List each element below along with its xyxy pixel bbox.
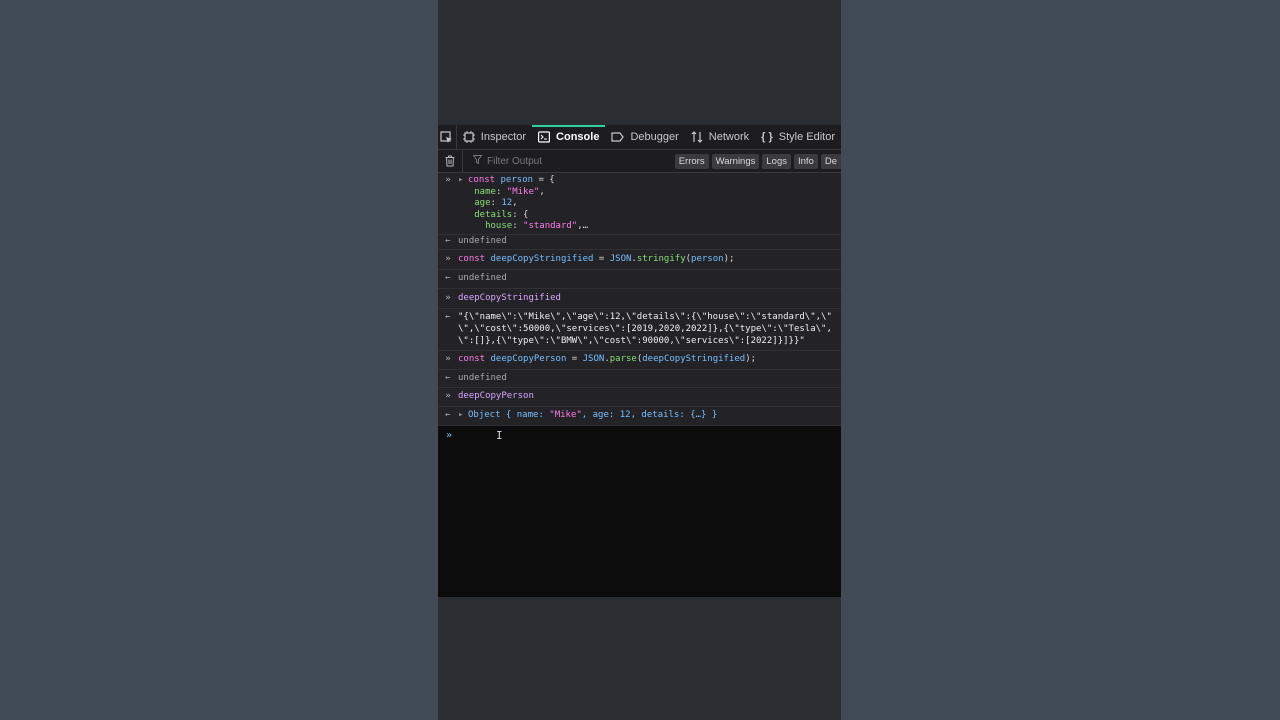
filter-info-button[interactable]: Info: [793, 153, 818, 169]
tab-debugger[interactable]: Debugger: [605, 125, 684, 149]
devtools-toolbar: Inspector Console Debugger Network { } S…: [438, 125, 841, 150]
network-icon: [691, 131, 703, 143]
tab-console[interactable]: Console: [532, 125, 606, 149]
tab-label: Debugger: [630, 131, 679, 143]
console-output: » ▸ const person = { name: "Mike", age: 1…: [438, 173, 841, 426]
console-input-entry[interactable]: » deepCopyPerson: [438, 388, 841, 407]
tab-label: Inspector: [480, 131, 527, 143]
prompt-chevron-icon: »: [445, 175, 451, 185]
console-input-entry[interactable]: » ▸ const person = { name: "Mike", age: 1…: [438, 173, 841, 235]
expand-triangle-icon[interactable]: ▸: [458, 410, 468, 422]
filter-icon: [472, 155, 483, 167]
console-input-entry[interactable]: » const deepCopyStringified = JSON.strin…: [438, 250, 841, 271]
tab-label: Console: [556, 131, 600, 143]
prompt-chevron-icon: »: [445, 253, 451, 264]
devtools-panel: Inspector Console Debugger Network { } S…: [438, 125, 841, 597]
prompt-chevron-icon: »: [445, 292, 451, 303]
result-arrow-icon: ←: [445, 409, 451, 420]
result-arrow-icon: ←: [445, 312, 451, 323]
tab-label: Network: [708, 131, 750, 143]
expand-triangle-icon[interactable]: ▸: [458, 175, 468, 187]
clear-console-button[interactable]: [438, 150, 463, 172]
filter-logs-button[interactable]: Logs: [762, 153, 791, 169]
result-arrow-icon: ←: [445, 372, 451, 383]
debugger-icon: [611, 132, 625, 142]
console-result-entry[interactable]: ← "{\"name\":\"Mike\",\"age\":12,\"detai…: [438, 309, 841, 352]
prompt-chevron-icon: »: [445, 354, 451, 365]
console-result-entry: ← undefined: [438, 270, 841, 289]
prompt-chevron-icon: »: [446, 429, 453, 441]
trash-icon: [445, 155, 455, 167]
tab-inspector[interactable]: Inspector: [457, 125, 532, 149]
right-backdrop: [841, 0, 1280, 720]
text-cursor-icon: I: [496, 428, 503, 442]
console-input-entry[interactable]: » const deepCopyPerson = JSON.parse(deep…: [438, 351, 841, 370]
console-result-entry: ← undefined: [438, 235, 841, 250]
filter-placeholder: Filter Output: [487, 155, 543, 167]
filter-debug-button[interactable]: De: [820, 153, 841, 169]
prompt-chevron-icon: »: [445, 391, 451, 402]
tab-network[interactable]: Network: [685, 125, 755, 149]
result-arrow-icon: ←: [445, 273, 451, 284]
tab-style-editor[interactable]: { } Style Editor: [755, 125, 841, 149]
console-result-entry: ← undefined: [438, 370, 841, 389]
filter-warnings-button[interactable]: Warnings: [711, 153, 760, 169]
console-input-entry[interactable]: » deepCopyStringified: [438, 289, 841, 310]
element-picker-icon: [440, 130, 453, 143]
element-picker-button[interactable]: [438, 125, 457, 149]
tab-label: Style Editor: [778, 131, 835, 143]
inspector-icon: [462, 131, 475, 143]
console-icon: [538, 131, 551, 143]
left-backdrop: [0, 0, 438, 720]
console-input[interactable]: » I: [438, 425, 841, 597]
filter-errors-button[interactable]: Errors: [674, 153, 709, 169]
console-result-entry[interactable]: ← ▸ Object { name: "Mike", age: 12, detai…: [438, 407, 841, 426]
console-filter-bar: Filter Output Errors Warnings Logs Info …: [438, 150, 841, 173]
filter-output-input[interactable]: Filter Output: [472, 155, 663, 167]
style-editor-icon: { }: [761, 131, 773, 143]
result-arrow-icon: ←: [445, 235, 451, 246]
